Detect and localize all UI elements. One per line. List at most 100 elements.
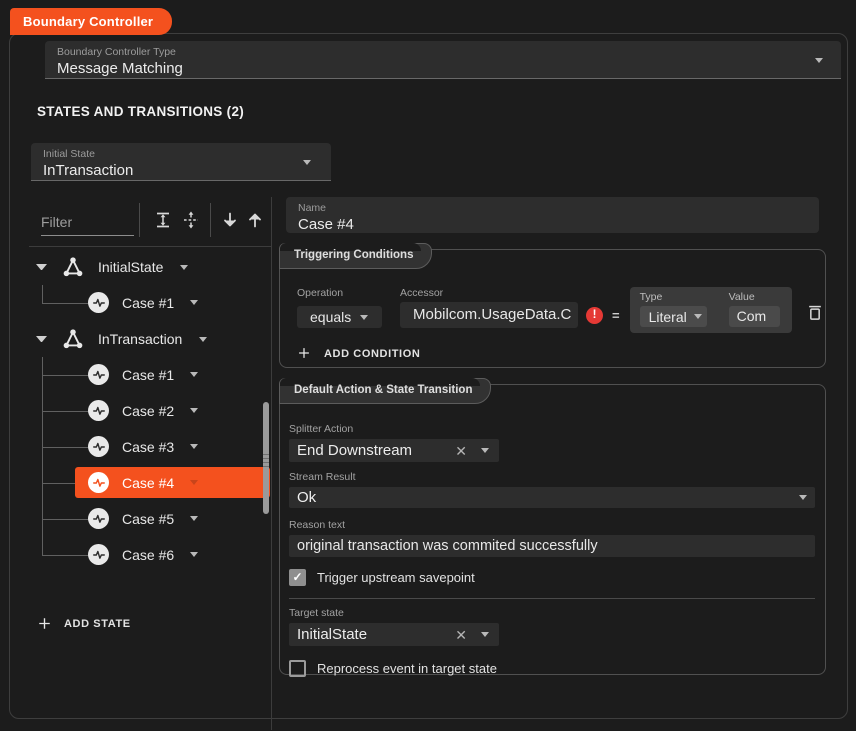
chevron-down-icon[interactable]: [199, 337, 207, 342]
section-divider: [289, 598, 815, 599]
case-pulse-icon: [88, 544, 109, 565]
reason-text-label: Reason text: [289, 519, 815, 531]
move-up-button[interactable]: [245, 210, 265, 230]
splitter-action-value: End Downstream: [297, 442, 455, 459]
checkbox-checked-icon[interactable]: ✓: [289, 569, 306, 586]
value-label: Value: [729, 291, 780, 303]
target-state-value: InitialState: [297, 626, 455, 643]
tab-label: Triggering Conditions: [294, 249, 413, 261]
case-pulse-icon: [88, 436, 109, 457]
splitter-action-select[interactable]: End Downstream ✕: [289, 439, 499, 462]
tree-case-row[interactable]: Case #6: [42, 537, 272, 573]
tree-case-row[interactable]: Case #1: [42, 357, 272, 393]
tree-state-row-initialstate[interactable]: InitialState: [29, 249, 272, 285]
tree-case-row[interactable]: Case #2: [42, 393, 272, 429]
comparison-value-group: Type Literal Value Com: [630, 287, 792, 333]
collapse-all-button[interactable]: [181, 210, 201, 230]
tree-case-row[interactable]: Case #5: [42, 501, 272, 537]
case-name: Case #3: [122, 439, 174, 455]
expand-all-button[interactable]: [153, 210, 173, 230]
case-pulse-icon: [88, 292, 109, 313]
type-value: Literal: [649, 309, 687, 325]
boundary-controller-panel: Boundary Controller Type Message Matchin…: [9, 33, 848, 719]
tree-case-row[interactable]: Case #3: [42, 429, 272, 465]
chevron-down-icon[interactable]: [190, 408, 198, 413]
expander-triangle-icon[interactable]: [36, 264, 47, 271]
delete-condition-button[interactable]: [805, 302, 825, 322]
chevron-down-icon[interactable]: [190, 480, 198, 485]
add-condition-label: ADD CONDITION: [324, 348, 420, 360]
default-action-panel: Default Action & State Transition Splitt…: [279, 384, 826, 675]
initial-state-label: Initial State: [31, 143, 331, 160]
clear-icon[interactable]: ✕: [455, 444, 467, 458]
initial-state-select[interactable]: Initial State InTransaction: [31, 143, 331, 181]
move-down-button[interactable]: [220, 210, 240, 230]
operation-select[interactable]: equals: [297, 306, 382, 328]
stream-result-label: Stream Result: [289, 471, 815, 483]
case-name-field[interactable]: Name Case #4: [286, 197, 819, 233]
chevron-down-icon[interactable]: [190, 516, 198, 521]
operation-value: equals: [310, 309, 351, 325]
case-pulse-icon: [88, 364, 109, 385]
tree-case-row-selected[interactable]: Case #4: [42, 465, 272, 501]
case-name: Case #2: [122, 403, 174, 419]
name-value: Case #4: [286, 214, 819, 233]
case-pulse-icon: [88, 508, 109, 529]
states-transitions-heading: STATES AND TRANSITIONS (2): [37, 104, 244, 119]
type-label: Type: [640, 291, 707, 303]
add-condition-button[interactable]: ADD CONDITION: [297, 346, 825, 361]
filter-input[interactable]: [41, 208, 134, 236]
state-tree: InitialState Case #1: [29, 249, 272, 573]
plus-icon: [297, 346, 312, 361]
case-name: Case #1: [122, 295, 174, 311]
state-machine-icon: [62, 256, 84, 278]
accessor-group: Accessor Mobilcom.UsageData.C: [400, 287, 578, 328]
accessor-input[interactable]: Mobilcom.UsageData.C: [400, 302, 578, 328]
reason-text-input[interactable]: original transaction was commited succes…: [289, 535, 815, 557]
chevron-down-icon[interactable]: [190, 444, 198, 449]
panel-divider: [271, 197, 272, 730]
add-state-label: ADD STATE: [64, 618, 131, 630]
stream-result-value: Ok: [297, 489, 316, 506]
controller-type-select[interactable]: Boundary Controller Type Message Matchin…: [45, 41, 841, 79]
trash-icon: [805, 302, 825, 322]
controller-type-label: Boundary Controller Type: [45, 41, 841, 58]
case-pulse-icon: [88, 472, 109, 493]
trigger-savepoint-checkbox-row[interactable]: ✓ Trigger upstream savepoint: [289, 569, 815, 586]
chevron-down-icon[interactable]: [190, 552, 198, 557]
type-select[interactable]: Literal: [640, 306, 707, 327]
target-state-label: Target state: [289, 607, 815, 619]
expander-triangle-icon[interactable]: [36, 336, 47, 343]
chevron-down-icon[interactable]: [190, 300, 198, 305]
reprocess-checkbox-row[interactable]: Reprocess event in target state: [289, 660, 815, 677]
case-name: Case #4: [122, 475, 174, 491]
chevron-down-icon[interactable]: [180, 265, 188, 270]
toolbar-divider: [210, 203, 211, 237]
case-name: Case #1: [122, 367, 174, 383]
state-name: InTransaction: [98, 331, 182, 347]
stream-result-select[interactable]: Ok: [289, 487, 815, 508]
tree-case-row[interactable]: Case #1: [42, 285, 272, 321]
checkbox-unchecked-icon[interactable]: [289, 660, 306, 677]
chevron-down-icon[interactable]: [481, 448, 489, 453]
operation-group: Operation equals: [297, 287, 382, 328]
collapse-vertical-icon: [181, 210, 201, 230]
value-group: Value Com: [729, 291, 780, 333]
target-state-select[interactable]: InitialState ✕: [289, 623, 499, 646]
chevron-down-icon: [799, 495, 807, 500]
chevron-down-icon[interactable]: [481, 632, 489, 637]
case-pulse-icon: [88, 400, 109, 421]
add-state-button[interactable]: ADD STATE: [37, 616, 131, 631]
arrow-up-icon: [245, 210, 265, 230]
tree-scrollbar[interactable]: [263, 402, 269, 514]
triggering-conditions-tab: Triggering Conditions: [279, 243, 432, 269]
clear-icon[interactable]: ✕: [455, 628, 467, 642]
equals-sign: =: [612, 308, 620, 323]
chevron-down-icon[interactable]: [190, 372, 198, 377]
tree-state-row-intransaction[interactable]: InTransaction: [29, 321, 272, 357]
tab-label: Default Action & State Transition: [294, 384, 472, 396]
name-label: Name: [286, 197, 819, 214]
trigger-savepoint-label: Trigger upstream savepoint: [317, 570, 475, 585]
value-input[interactable]: Com: [729, 306, 780, 327]
case-name: Case #6: [122, 547, 174, 563]
